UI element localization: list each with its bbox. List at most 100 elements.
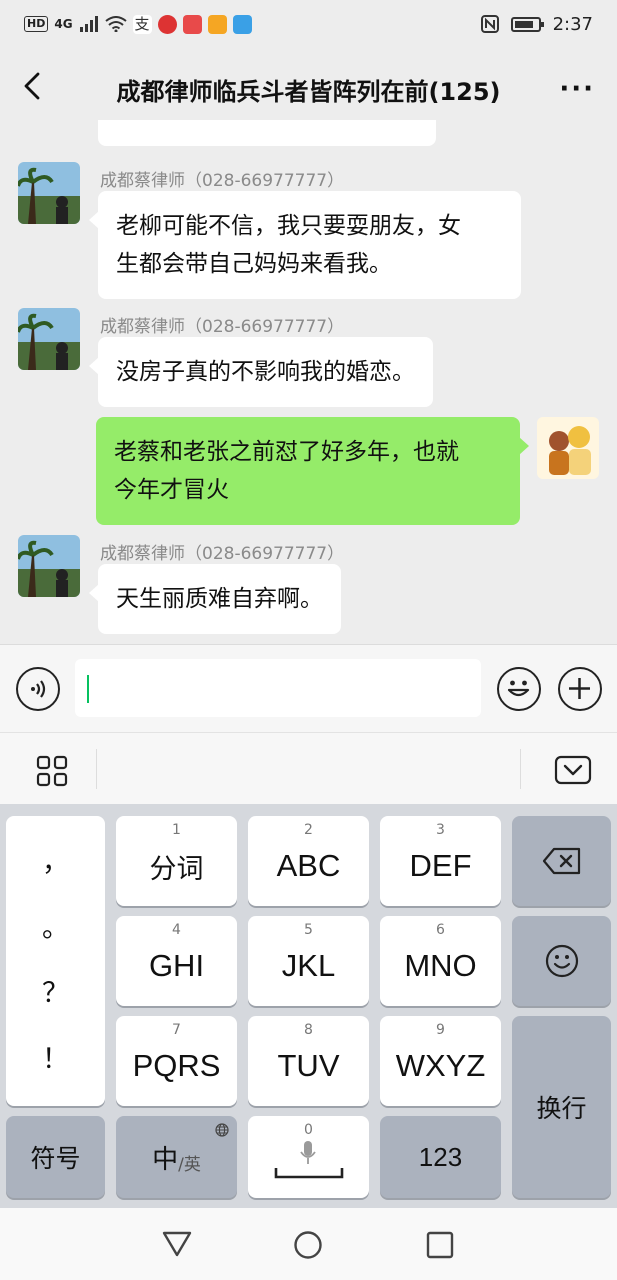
smiley-icon xyxy=(545,944,578,978)
key-1[interactable]: 1 分词 xyxy=(116,816,237,906)
my-avatar[interactable] xyxy=(537,417,599,479)
wifi-icon xyxy=(104,16,127,32)
numeric-label: 123 xyxy=(418,1141,463,1172)
message-text-line: 老蔡和老张之前怼了好多年，也就 xyxy=(114,439,459,465)
symbol-key[interactable]: 符号 xyxy=(6,1116,105,1198)
alipay-app-icon: 支 xyxy=(132,14,152,34)
key-number: 8 xyxy=(304,1022,313,1038)
keyboard: ， 。 ？ ！ 1 分词 2 ABC 3 DEF 4 GHI 5 JKL 6 M… xyxy=(0,804,617,1208)
app-icon-red xyxy=(182,14,202,34)
space-bar-icon xyxy=(274,1168,344,1179)
signal-label: 4G xyxy=(54,17,73,31)
space-key[interactable]: 0 xyxy=(248,1116,369,1198)
key-label: WXYZ xyxy=(395,1048,486,1083)
mic-icon xyxy=(300,1141,316,1164)
sender-name: 成都蔡律师（028-66977777） xyxy=(100,544,345,564)
clock: 2:37 xyxy=(552,13,593,35)
sender-name: 成都蔡律师（028-66977777） xyxy=(100,317,345,337)
punctuation-key[interactable]: ， 。 ？ ！ xyxy=(6,816,105,1106)
back-triangle-icon[interactable] xyxy=(162,1230,192,1258)
key-label: PQRS xyxy=(132,1048,221,1083)
app-icon-blue xyxy=(232,14,252,34)
punct-question[interactable]: ？ xyxy=(42,980,69,1007)
page-title: 成都律师临兵斗者皆阵列在前(125) xyxy=(116,78,501,106)
more-options-button[interactable]: ··· xyxy=(559,74,595,104)
message-text-line: 老柳可能不信，我只要耍朋友，女 xyxy=(116,213,461,239)
message-text-line: 没房子真的不影响我的婚恋。 xyxy=(116,359,415,385)
recents-square-icon[interactable] xyxy=(426,1231,454,1259)
emoji-icon[interactable] xyxy=(497,667,541,711)
language-switch-key[interactable]: 中/英 xyxy=(116,1116,237,1198)
numeric-key[interactable]: 123 xyxy=(380,1116,501,1198)
punct-exclaim[interactable]: ！ xyxy=(42,1046,69,1073)
lang-main-label: 中 xyxy=(152,1144,179,1175)
key-number: 4 xyxy=(172,922,181,938)
divider xyxy=(520,749,521,789)
key-9[interactable]: 9 WXYZ xyxy=(380,1016,501,1106)
key-label: TUV xyxy=(277,1048,340,1083)
voice-icon[interactable] xyxy=(16,667,60,711)
smiley-key[interactable] xyxy=(512,916,611,1006)
enter-key[interactable]: 换行 xyxy=(512,1016,611,1198)
avatar[interactable] xyxy=(18,308,80,370)
avatar[interactable] xyxy=(18,162,80,224)
key-2[interactable]: 2 ABC xyxy=(248,816,369,906)
key-number: 0 xyxy=(304,1122,313,1138)
key-3[interactable]: 3 DEF xyxy=(380,816,501,906)
symbol-label: 符号 xyxy=(30,1144,81,1173)
key-label: MNO xyxy=(404,948,477,983)
input-bar xyxy=(0,644,617,732)
key-4[interactable]: 4 GHI xyxy=(116,916,237,1006)
system-navigation-bar xyxy=(0,1208,617,1280)
message-bubble-partial xyxy=(98,120,436,146)
key-label: ABC xyxy=(276,848,341,883)
hd-badge: HD xyxy=(24,16,49,32)
key-5[interactable]: 5 JKL xyxy=(248,916,369,1006)
grid-icon[interactable] xyxy=(36,755,68,787)
backspace-icon xyxy=(542,847,580,875)
message-input[interactable] xyxy=(75,659,481,717)
keyboard-toolbar xyxy=(0,732,617,804)
app-icon-orange xyxy=(207,14,227,34)
key-number: 2 xyxy=(304,822,313,838)
chat-header: 成都律师临兵斗者皆阵列在前(125) ··· xyxy=(0,48,617,126)
lang-sub-label: /英 xyxy=(178,1154,201,1175)
home-circle-icon[interactable] xyxy=(293,1230,323,1260)
battery-icon xyxy=(510,16,544,32)
backspace-key[interactable] xyxy=(512,816,611,906)
plus-icon[interactable] xyxy=(558,667,602,711)
nfc-icon xyxy=(480,15,499,33)
sender-name: 成都蔡律师（028-66977777） xyxy=(100,171,345,191)
chevron-left-icon[interactable] xyxy=(16,68,52,104)
key-8[interactable]: 8 TUV xyxy=(248,1016,369,1106)
punct-period[interactable]: 。 xyxy=(42,915,69,942)
message-bubble[interactable]: 老柳可能不信，我只要耍朋友，女 生都会带自己妈妈来看我。 xyxy=(89,191,521,299)
key-number: 7 xyxy=(172,1022,181,1038)
message-bubble[interactable]: 没房子真的不影响我的婚恋。 xyxy=(89,337,433,407)
key-number: 9 xyxy=(436,1022,445,1038)
punct-comma[interactable]: ， xyxy=(42,849,69,876)
status-bar: HD 4G 支 2:37 xyxy=(0,0,617,48)
avatar[interactable] xyxy=(18,535,80,597)
key-number: 5 xyxy=(304,922,313,938)
signal-icon xyxy=(79,16,98,32)
message-bubble[interactable]: 天生丽质难自弃啊。 xyxy=(89,564,341,634)
text-caret xyxy=(87,675,89,703)
globe-icon xyxy=(215,1123,229,1137)
message-text-line: 今年才冒火 xyxy=(114,477,229,503)
key-number: 6 xyxy=(436,922,445,938)
message-list[interactable]: 成都蔡律师（028-66977777） 老柳可能不信，我只要耍朋友，女 生都会带… xyxy=(0,120,617,644)
key-label: GHI xyxy=(148,948,205,983)
enter-label: 换行 xyxy=(536,1094,587,1123)
message-bubble[interactable]: 老蔡和老张之前怼了好多年，也就 今年才冒火 xyxy=(96,417,529,525)
key-label: 分词 xyxy=(149,853,204,884)
key-6[interactable]: 6 MNO xyxy=(380,916,501,1006)
message-text-line: 生都会带自己妈妈来看我。 xyxy=(116,251,392,277)
key-7[interactable]: 7 PQRS xyxy=(116,1016,237,1106)
key-label: JKL xyxy=(281,948,336,983)
key-label: DEF xyxy=(409,848,472,883)
key-number: 1 xyxy=(172,822,181,838)
divider xyxy=(96,749,97,789)
keyboard-hide-icon[interactable] xyxy=(554,755,592,785)
message-text-line: 天生丽质难自弃啊。 xyxy=(116,586,323,612)
